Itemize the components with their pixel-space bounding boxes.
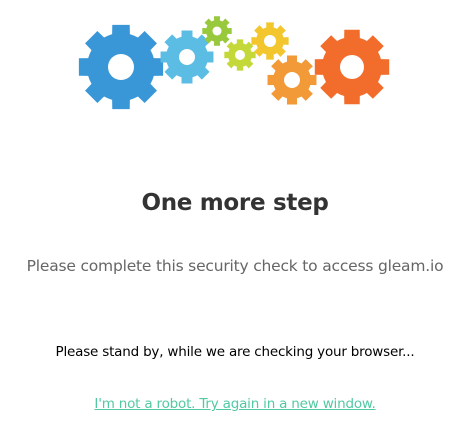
gear-hole — [179, 49, 195, 65]
gear-hole — [108, 54, 134, 80]
gears-illustration — [78, 16, 390, 110]
gear-hole — [235, 50, 245, 60]
not-a-robot-link[interactable]: I'm not a robot. Try again in a new wind… — [0, 396, 470, 412]
gear-hole — [212, 26, 222, 36]
gear-hole — [264, 35, 276, 47]
gear-hole — [284, 72, 300, 88]
page-title: One more step — [141, 190, 329, 216]
large-orange-gear-icon — [314, 29, 390, 105]
yellow-gear-icon — [251, 22, 289, 60]
gear-hole — [340, 55, 364, 79]
security-check-subtitle: Please complete this security check to a… — [26, 257, 444, 275]
standby-message: Please stand by, while we are checking y… — [55, 344, 415, 360]
gears-logo — [0, 0, 470, 120]
orange-gear-icon — [267, 55, 317, 105]
small-lime-gear-icon — [224, 39, 256, 71]
small-green-gear-icon — [202, 16, 232, 46]
large-blue-gear-icon — [78, 24, 164, 110]
